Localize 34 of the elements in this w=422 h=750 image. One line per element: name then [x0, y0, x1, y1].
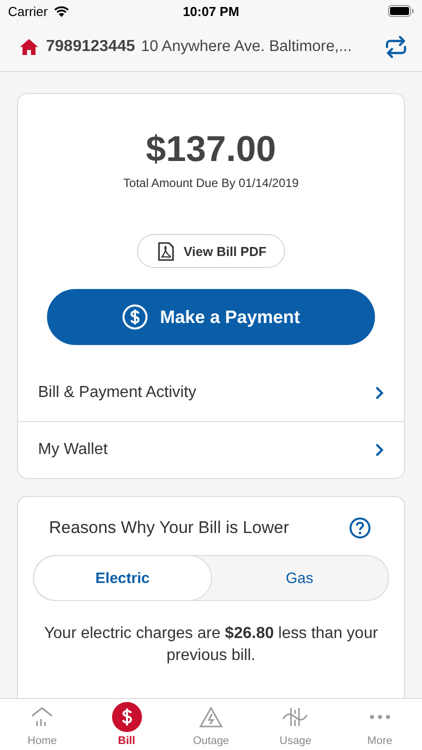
- battery-icon: [388, 5, 414, 17]
- segment-tab[interactable]: Electric: [34, 556, 211, 600]
- tab-bar-item[interactable]: Outage: [168, 699, 254, 750]
- status-time: 10:07 PM: [182, 4, 240, 18]
- account-number: 7989123445: [46, 38, 135, 56]
- meter-icon: [282, 706, 308, 728]
- lightning-icon: [199, 706, 224, 728]
- pdf-icon: [158, 242, 174, 260]
- view-bill-pdf-button[interactable]: View Bill PDF: [136, 234, 286, 268]
- more-icon: [368, 714, 391, 720]
- home-icon: [30, 706, 54, 728]
- due-date-label: Total Amount Due By 01/14/2019: [123, 176, 299, 190]
- swap-icon: [384, 36, 408, 58]
- make-payment-button[interactable]: Make a Payment: [47, 289, 375, 345]
- tab-bar-item[interactable]: More: [338, 699, 422, 750]
- home-icon: [20, 38, 38, 54]
- segment-tab[interactable]: Gas: [211, 556, 388, 600]
- account-address: 10 Anywhere Ave. Baltimore,...: [140, 38, 353, 56]
- section-title: Reasons Why Your Bill is Lower: [49, 518, 290, 538]
- list-row[interactable]: My Wallet: [18, 421, 404, 478]
- help-icon[interactable]: [349, 517, 371, 539]
- carrier-label: Carrier: [8, 4, 48, 18]
- chevron-icon: [375, 443, 384, 457]
- list-row[interactable]: Bill & Payment Activity: [18, 365, 404, 421]
- chevron-icon: [375, 386, 384, 400]
- comparison-message: Your electric charges are $26.80 less than your previous bill.: [43, 624, 379, 666]
- dollar-icon: [112, 702, 142, 732]
- wifi-icon: [52, 5, 70, 17]
- tab-bar-item[interactable]: Usage: [253, 699, 338, 750]
- tab-bar-item[interactable]: Home: [0, 699, 84, 750]
- switch-account-button[interactable]: [384, 36, 408, 58]
- tab-bar-item[interactable]: Bill: [84, 699, 169, 750]
- amount-due: $137.00: [146, 128, 276, 170]
- dollar-icon: [122, 304, 148, 330]
